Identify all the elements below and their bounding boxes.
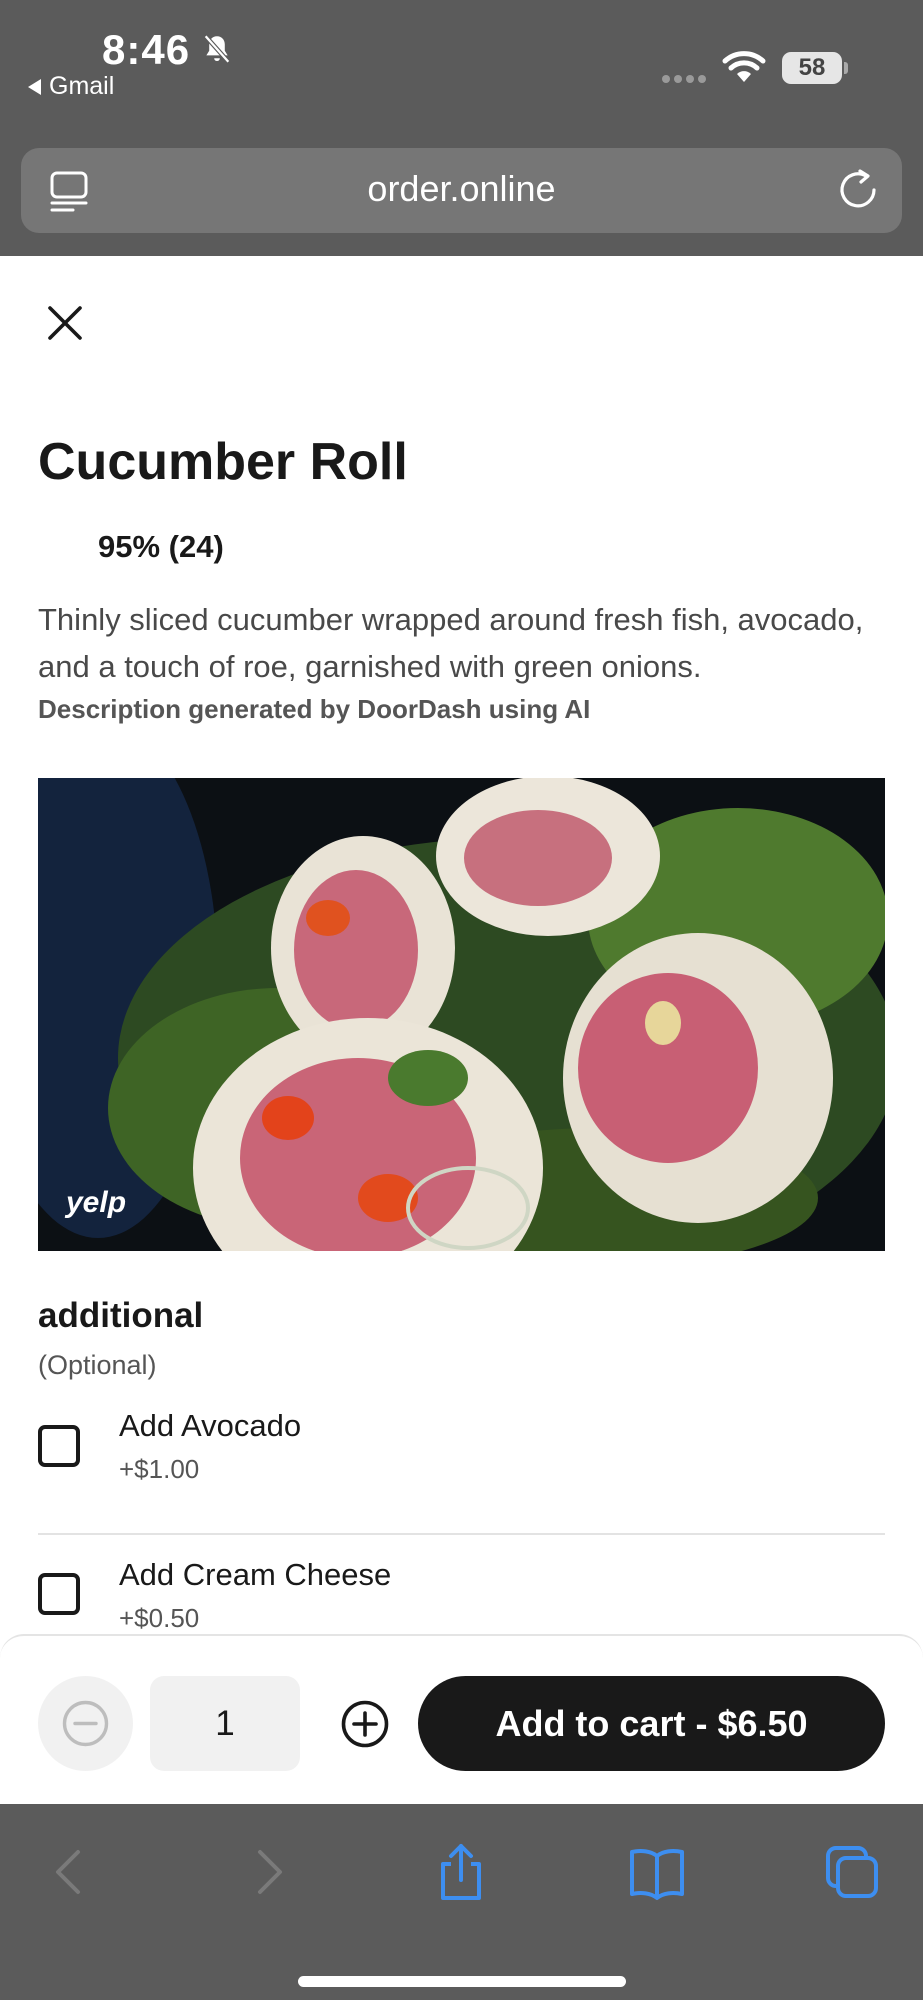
options-group-subtitle: (Optional): [38, 1350, 157, 1380]
back-triangle-icon: [28, 78, 41, 95]
address-bar[interactable]: order.online: [21, 148, 902, 233]
url-text[interactable]: order.online: [21, 168, 902, 210]
decrease-quantity-button[interactable]: [38, 1676, 133, 1771]
option-name: Add Avocado: [119, 1408, 302, 1443]
sushi-photo-illustration: [38, 778, 885, 1251]
close-icon[interactable]: [46, 304, 84, 342]
option-checkbox[interactable]: [38, 1425, 80, 1467]
forward-icon[interactable]: [238, 1842, 298, 1902]
minus-circle-icon: [62, 1700, 109, 1747]
photo-credit-logo: yelp: [66, 1186, 127, 1219]
browser-toolbar: [0, 1804, 923, 2000]
back-to-app-link[interactable]: Gmail: [28, 72, 114, 101]
back-icon[interactable]: [40, 1842, 100, 1902]
quantity-value[interactable]: 1: [150, 1676, 300, 1771]
options-group-title: additional: [38, 1296, 204, 1335]
option-name: Add Cream Cheese: [119, 1557, 392, 1592]
battery-nub: [844, 62, 848, 74]
item-title: Cucumber Roll: [38, 433, 408, 491]
status-time: 8:46: [102, 26, 191, 73]
tabs-icon[interactable]: [822, 1842, 882, 1902]
battery-icon: 58: [782, 52, 842, 84]
option-checkbox[interactable]: [38, 1573, 80, 1615]
back-app-label: Gmail: [49, 72, 115, 100]
option-divider: [38, 1533, 885, 1535]
bookmarks-icon[interactable]: [627, 1842, 687, 1902]
item-description: Thinly sliced cucumber wrapped around fr…: [38, 602, 864, 684]
option-price: +$0.50: [119, 1603, 200, 1633]
item-photo: yelp: [38, 778, 885, 1251]
option-add-cream-cheese[interactable]: Add Cream Cheese +$0.50: [38, 1557, 885, 1637]
add-to-cart-button[interactable]: Add to cart - $6.50: [418, 1676, 885, 1771]
option-add-avocado[interactable]: Add Avocado +$1.00: [38, 1408, 885, 1488]
cellular-signal-icon: [662, 75, 706, 83]
item-rating: 95% (24): [98, 529, 224, 564]
bell-muted-icon: [203, 34, 231, 64]
add-to-cart-bar: 1 Add to cart - $6.50: [0, 1634, 923, 1804]
share-icon[interactable]: [431, 1842, 491, 1902]
reload-icon[interactable]: [836, 168, 880, 212]
status-bar: 8:46 Gmail 58: [0, 0, 923, 140]
wifi-icon: [722, 51, 766, 82]
option-price: +$1.00: [119, 1454, 200, 1484]
home-indicator: [298, 1976, 626, 1987]
ai-description-note: Description generated by DoorDash using …: [38, 694, 591, 724]
increase-quantity-button[interactable]: [340, 1699, 390, 1749]
item-detail-sheet: Cucumber Roll 95% (24) Thinly sliced cuc…: [0, 256, 923, 1804]
